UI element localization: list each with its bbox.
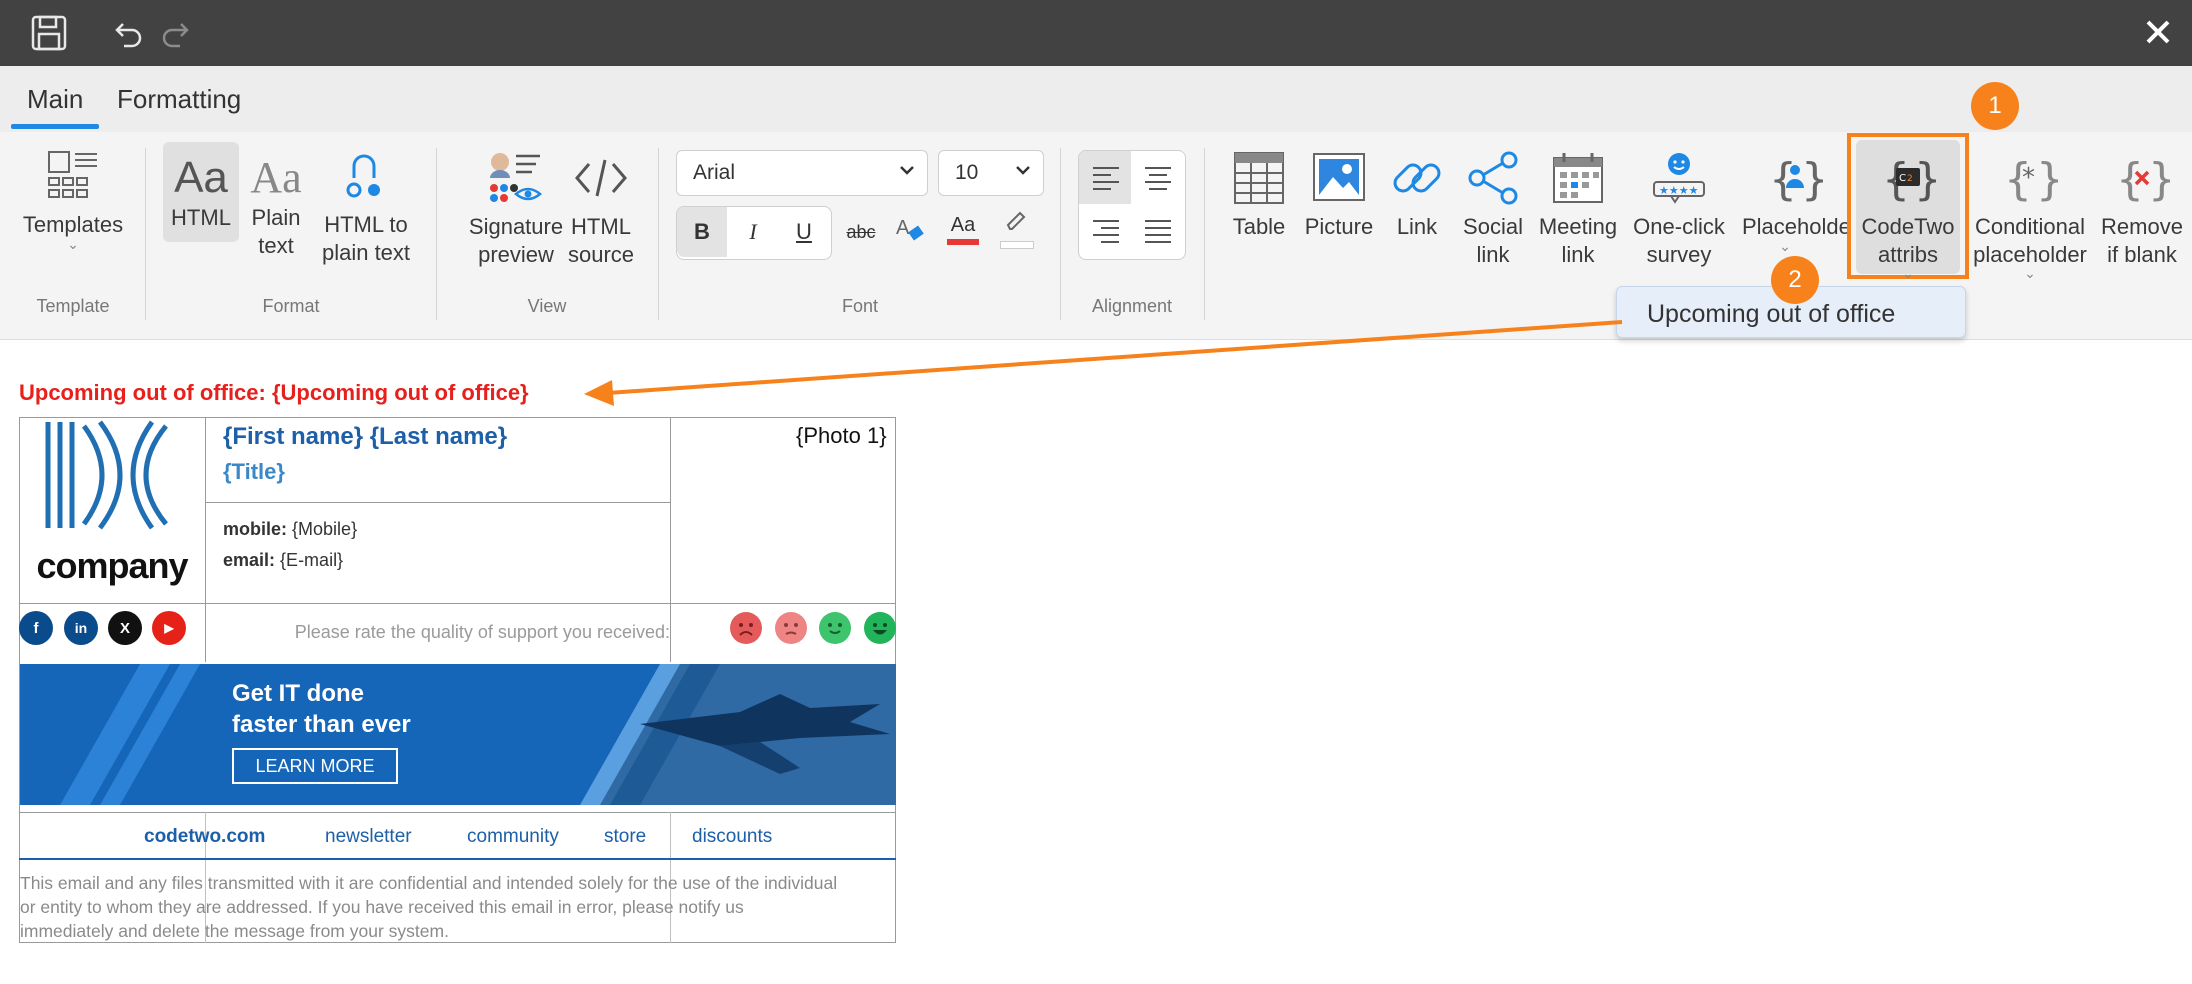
happy-face-icon[interactable] bbox=[819, 612, 851, 644]
disclaimer-line: or entity to whom they are addressed. If… bbox=[20, 897, 744, 917]
photo-placeholder: {Photo 1} bbox=[796, 423, 887, 448]
divider bbox=[205, 502, 671, 503]
footer-link-website[interactable]: codetwo.com bbox=[144, 826, 265, 848]
banner-line-1: Get IT done bbox=[232, 680, 364, 707]
footer-link-store[interactable]: store bbox=[604, 826, 646, 848]
very-happy-face-icon[interactable] bbox=[864, 612, 896, 644]
banner-graphic bbox=[60, 664, 896, 805]
banner-line-2: faster than ever bbox=[232, 711, 411, 738]
email-value: {E-mail} bbox=[280, 550, 344, 570]
footer-link-community[interactable]: community bbox=[467, 826, 559, 848]
divider bbox=[19, 603, 896, 604]
disclaimer: This email and any files transmitted wit… bbox=[20, 871, 900, 943]
divider bbox=[19, 812, 896, 813]
linkedin-icon[interactable]: in bbox=[64, 611, 98, 645]
sad-face-icon[interactable] bbox=[775, 612, 807, 644]
promo-banner[interactable]: Get IT done faster than ever LEARN MORE bbox=[20, 664, 896, 805]
email-label: email: bbox=[223, 550, 276, 570]
facebook-icon[interactable]: f bbox=[19, 611, 53, 645]
rate-support-text: Please rate the quality of support you r… bbox=[294, 622, 670, 642]
footer-link-discounts[interactable]: discounts bbox=[692, 826, 772, 848]
footer-link-newsletter[interactable]: newsletter bbox=[325, 826, 412, 848]
divider bbox=[670, 417, 671, 662]
x-icon[interactable]: X bbox=[108, 611, 142, 645]
footer-divider bbox=[19, 858, 896, 860]
mobile-value: {Mobile} bbox=[292, 519, 358, 539]
signature-title: {Title} bbox=[223, 459, 285, 484]
mobile-row: mobile: {Mobile} bbox=[223, 519, 357, 540]
very-sad-face-icon[interactable] bbox=[730, 612, 762, 644]
disclaimer-line: This email and any files transmitted wit… bbox=[20, 873, 838, 893]
company-logo-text: company bbox=[36, 545, 188, 586]
disclaimer-line: immediately and delete the message from … bbox=[20, 921, 449, 941]
learn-more-button[interactable]: LEARN MORE bbox=[232, 748, 398, 784]
email-row: email: {E-mail} bbox=[223, 550, 343, 571]
company-logo bbox=[40, 420, 170, 537]
youtube-icon[interactable]: ▶ bbox=[152, 611, 186, 645]
ooo-line: Upcoming out of office: {Upcoming out of… bbox=[19, 380, 529, 405]
signature-name: {First name} {Last name} bbox=[223, 423, 508, 450]
banner-headline: Get IT done faster than ever bbox=[232, 678, 411, 740]
mobile-label: mobile: bbox=[223, 519, 288, 539]
